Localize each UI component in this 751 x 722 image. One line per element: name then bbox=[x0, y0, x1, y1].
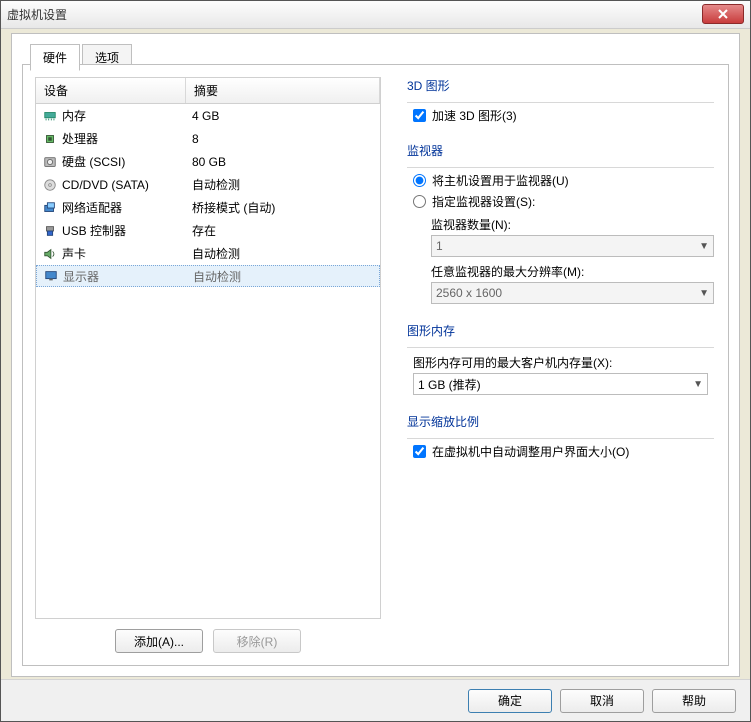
tab-content: 设备 摘要 内存 4 GB 处理器 8 硬盘 (SCSI) 80 GB CD/DVD (SA… bbox=[22, 64, 729, 666]
autoscale-checkbox[interactable]: 在虚拟机中自动调整用户界面大小(O) bbox=[413, 443, 714, 460]
table-row[interactable]: 处理器 8 bbox=[36, 127, 380, 150]
maxres-label: 任意监视器的最大分辨率(M): bbox=[431, 263, 714, 280]
usb-icon bbox=[42, 223, 58, 239]
device-cell: 处理器 bbox=[36, 129, 186, 148]
close-button[interactable] bbox=[702, 4, 744, 24]
add-button[interactable]: 添加(A)... bbox=[115, 629, 203, 653]
table-row[interactable]: CD/DVD (SATA) 自动检测 bbox=[36, 173, 380, 196]
settings-panel: 3D 图形 加速 3D 图形(3) 监视器 将主机设置用于监视器(U) bbox=[393, 65, 728, 665]
specify-radio[interactable]: 指定监视器设置(S): bbox=[413, 193, 714, 210]
summary-cell: 80 GB bbox=[186, 152, 380, 171]
device-table: 设备 摘要 内存 4 GB 处理器 8 硬盘 (SCSI) 80 GB CD/DVD (SA… bbox=[35, 77, 381, 619]
sound-icon bbox=[42, 246, 58, 262]
summary-cell: 自动检测 bbox=[187, 267, 379, 286]
hardware-panel: 设备 摘要 内存 4 GB 处理器 8 硬盘 (SCSI) 80 GB CD/DVD (SA… bbox=[23, 65, 393, 665]
gmem-value: 1 GB (推荐) bbox=[418, 376, 481, 393]
net-icon bbox=[42, 200, 58, 216]
device-name: 显示器 bbox=[63, 268, 99, 285]
group-monitors-title: 监视器 bbox=[407, 142, 714, 161]
use-host-radio[interactable]: 将主机设置用于监视器(U) bbox=[413, 172, 714, 189]
autoscale-input[interactable] bbox=[413, 445, 426, 458]
device-cell: 内存 bbox=[36, 106, 186, 125]
cpu-icon bbox=[42, 131, 58, 147]
chevron-down-icon: ▼ bbox=[699, 288, 709, 299]
summary-cell: 自动检测 bbox=[186, 244, 380, 263]
monitor-detail: 监视器数量(N): 1 ▼ 任意监视器的最大分辨率(M): 2560 x 160… bbox=[431, 216, 714, 304]
summary-cell: 桥接模式 (自动) bbox=[186, 198, 380, 217]
group-graphics-memory: 图形内存 图形内存可用的最大客户机内存量(X): 1 GB (推荐) ▼ bbox=[407, 322, 714, 395]
device-cell: 声卡 bbox=[36, 244, 186, 263]
ok-button[interactable]: 确定 bbox=[468, 689, 552, 713]
device-name: CD/DVD (SATA) bbox=[62, 178, 149, 192]
group-3d-title: 3D 图形 bbox=[407, 77, 714, 96]
summary-cell: 自动检测 bbox=[186, 175, 380, 194]
monitor-count-value: 1 bbox=[436, 239, 443, 253]
cd-icon bbox=[42, 177, 58, 193]
chevron-down-icon: ▼ bbox=[699, 241, 709, 252]
specify-label: 指定监视器设置(S): bbox=[432, 193, 535, 210]
device-cell: CD/DVD (SATA) bbox=[36, 175, 186, 194]
gmem-select[interactable]: 1 GB (推荐) ▼ bbox=[413, 373, 708, 395]
tab-hardware[interactable]: 硬件 bbox=[30, 44, 80, 71]
table-row[interactable]: USB 控制器 存在 bbox=[36, 219, 380, 242]
titlebar: 虚拟机设置 bbox=[1, 1, 750, 29]
table-row[interactable]: 硬盘 (SCSI) 80 GB bbox=[36, 150, 380, 173]
autoscale-label: 在虚拟机中自动调整用户界面大小(O) bbox=[432, 443, 629, 460]
device-cell: 硬盘 (SCSI) bbox=[36, 152, 186, 171]
specify-input[interactable] bbox=[413, 195, 426, 208]
disk-icon bbox=[42, 154, 58, 170]
hardware-buttons: 添加(A)... 移除(R) bbox=[35, 629, 381, 653]
table-row[interactable]: 声卡 自动检测 bbox=[36, 242, 380, 265]
group-monitors: 监视器 将主机设置用于监视器(U) 指定监视器设置(S): 监视器数量(N): … bbox=[407, 142, 714, 304]
divider bbox=[407, 347, 714, 348]
group-display-scale: 显示缩放比例 在虚拟机中自动调整用户界面大小(O) bbox=[407, 413, 714, 460]
help-button[interactable]: 帮助 bbox=[652, 689, 736, 713]
cancel-button[interactable]: 取消 bbox=[560, 689, 644, 713]
table-row[interactable]: 显示器 自动检测 bbox=[36, 265, 380, 287]
dialog-body: 硬件 选项 设备 摘要 内存 4 GB 处理器 8 硬盘 (SCSI) 80 GB CD/D… bbox=[11, 33, 740, 677]
summary-cell: 4 GB bbox=[186, 106, 380, 125]
monitor-count-select: 1 ▼ bbox=[431, 235, 714, 257]
device-cell: USB 控制器 bbox=[36, 221, 186, 240]
device-name: 硬盘 (SCSI) bbox=[62, 153, 125, 170]
summary-cell: 存在 bbox=[186, 221, 380, 240]
maxres-select: 2560 x 1600 ▼ bbox=[431, 282, 714, 304]
gmem-label: 图形内存可用的最大客户机内存量(X): bbox=[413, 354, 714, 371]
divider bbox=[407, 438, 714, 439]
group-scale-title: 显示缩放比例 bbox=[407, 413, 714, 432]
device-name: 处理器 bbox=[62, 130, 98, 147]
display-icon bbox=[43, 268, 59, 284]
device-name: 声卡 bbox=[62, 245, 86, 262]
summary-cell: 8 bbox=[186, 129, 380, 148]
window-title: 虚拟机设置 bbox=[7, 6, 67, 23]
table-row[interactable]: 内存 4 GB bbox=[36, 104, 380, 127]
device-name: USB 控制器 bbox=[62, 222, 126, 239]
device-name: 内存 bbox=[62, 107, 86, 124]
accel-3d-input[interactable] bbox=[413, 109, 426, 122]
group-gmem-title: 图形内存 bbox=[407, 322, 714, 341]
table-header: 设备 摘要 bbox=[36, 78, 380, 104]
tabs: 硬件 选项 bbox=[22, 44, 729, 64]
chevron-down-icon: ▼ bbox=[693, 379, 703, 390]
table-row[interactable]: 网络适配器 桥接模式 (自动) bbox=[36, 196, 380, 219]
divider bbox=[407, 102, 714, 103]
maxres-value: 2560 x 1600 bbox=[436, 286, 502, 300]
device-name: 网络适配器 bbox=[62, 199, 122, 216]
use-host-input[interactable] bbox=[413, 174, 426, 187]
use-host-label: 将主机设置用于监视器(U) bbox=[432, 172, 569, 189]
dialog-footer: 确定 取消 帮助 bbox=[1, 679, 750, 721]
close-icon bbox=[718, 9, 728, 19]
device-cell: 网络适配器 bbox=[36, 198, 186, 217]
group-3d-graphics: 3D 图形 加速 3D 图形(3) bbox=[407, 77, 714, 124]
device-cell: 显示器 bbox=[37, 267, 187, 286]
monitor-count-label: 监视器数量(N): bbox=[431, 216, 714, 233]
divider bbox=[407, 167, 714, 168]
col-device-header: 设备 bbox=[36, 78, 186, 103]
remove-button[interactable]: 移除(R) bbox=[213, 629, 301, 653]
col-summary-header: 摘要 bbox=[186, 78, 380, 103]
accel-3d-label: 加速 3D 图形(3) bbox=[432, 107, 517, 124]
vm-settings-window: 虚拟机设置 硬件 选项 设备 摘要 内存 4 GB 处理器 8 硬盘 (SCSI) 80 … bbox=[0, 0, 751, 722]
accel-3d-checkbox[interactable]: 加速 3D 图形(3) bbox=[413, 107, 714, 124]
memory-icon bbox=[42, 108, 58, 124]
